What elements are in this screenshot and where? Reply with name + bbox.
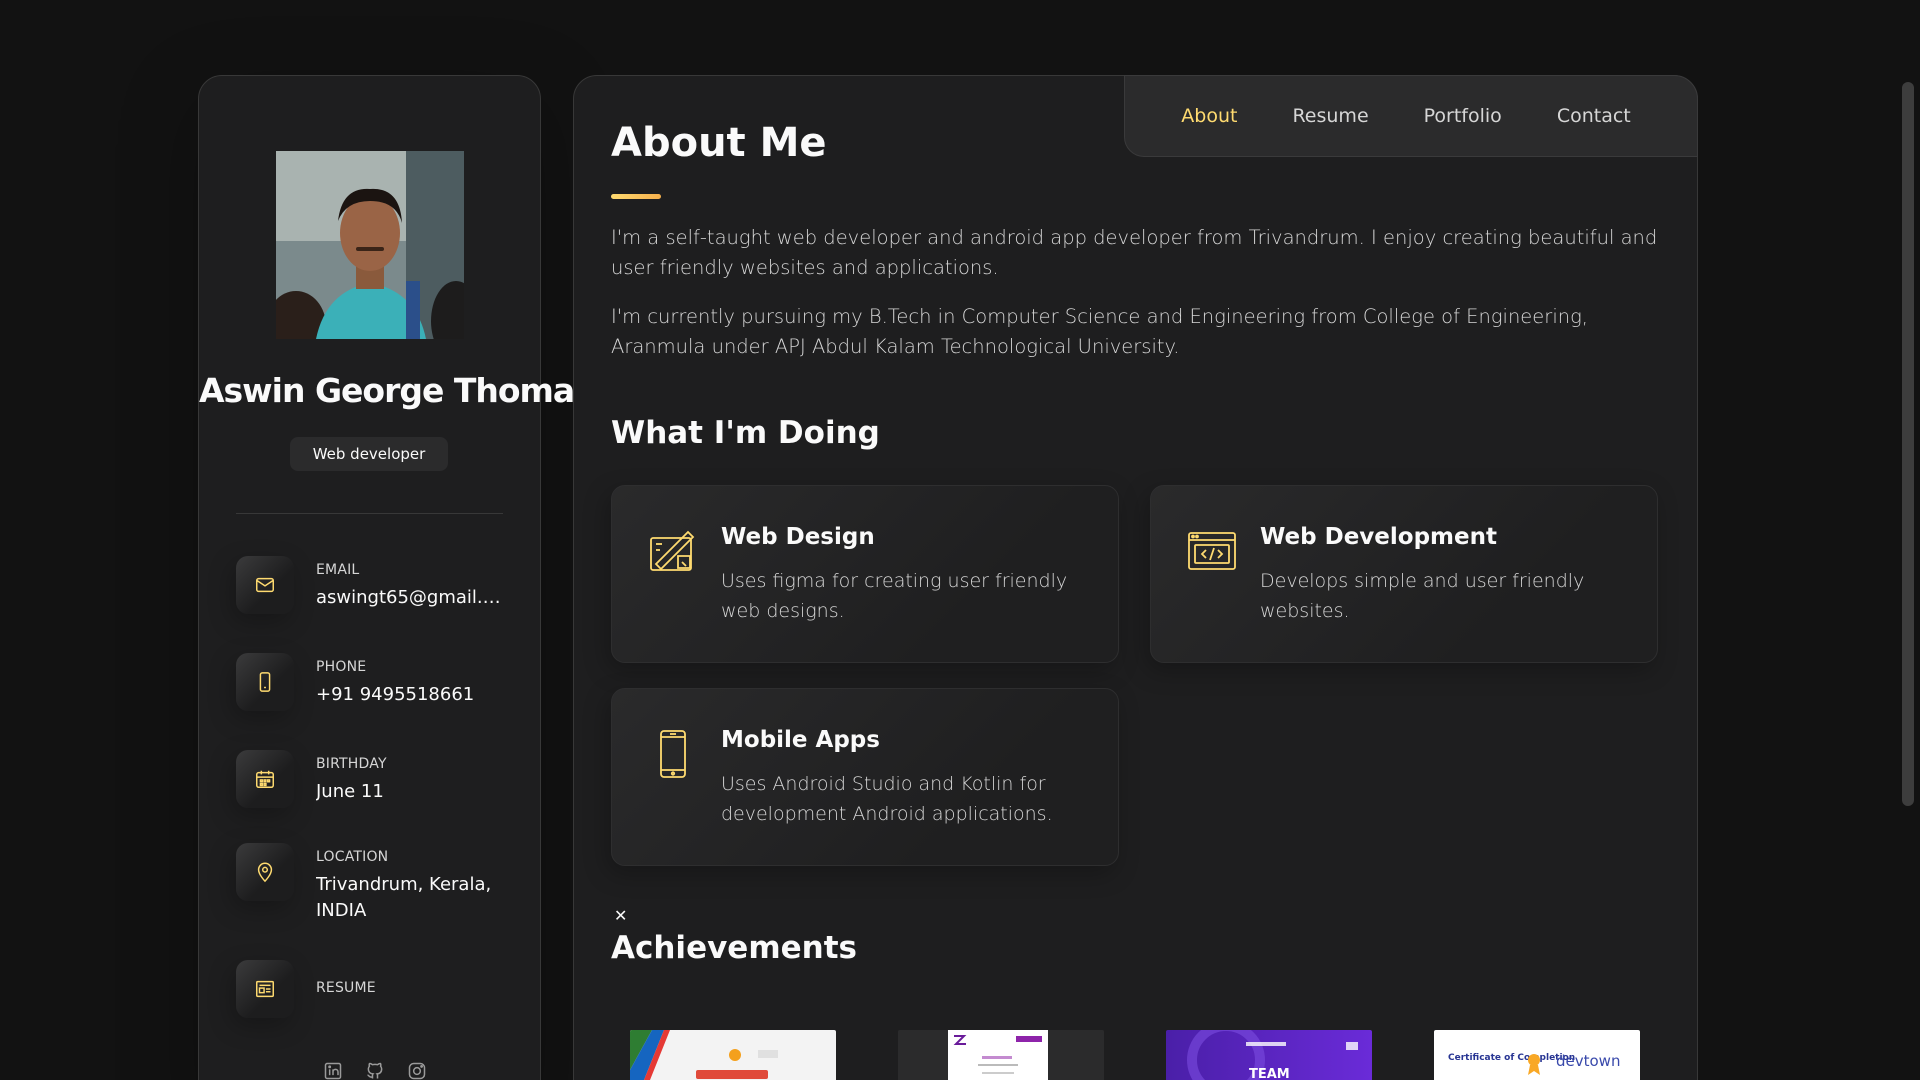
certificate-3-text: TEAM [1249,1067,1290,1080]
service-title-web-development: Web Development [1260,524,1497,550]
certificate-4-brand: devtown [1556,1052,1620,1070]
service-text-web-development: Develops simple and user friendly websit… [1260,570,1585,622]
navbar: About Resume Portfolio Contact [1124,75,1698,157]
mobile-icon [648,729,698,779]
title-underline [611,194,661,199]
certificate-thumbnail-3[interactable]: TEAM [1166,1030,1372,1080]
contact-location-label: LOCATION [316,849,389,865]
services-title: What I'm Doing [611,415,880,451]
service-card-mobile-apps: Mobile Apps Uses Android Studio and Kotl… [611,688,1119,866]
contact-birthday-label: BIRTHDAY [316,756,387,772]
location-icon [236,843,294,901]
contact-phone: PHONE +91 9495518661 [236,653,516,723]
contact-phone-label: PHONE [316,659,367,675]
close-icon[interactable]: ✕ [614,906,627,925]
service-text-mobile-apps: Uses Android Studio and Kotlin for devel… [721,773,1053,825]
profile-title-badge: Web developer [290,437,448,471]
avatar [276,151,464,339]
phone-icon [236,653,294,711]
linkedin-icon[interactable] [323,1061,343,1080]
mail-icon [236,556,294,614]
contact-email-label: EMAIL [316,562,360,578]
email-link[interactable]: aswingt65@gmail.com [316,585,506,611]
certificate-thumbnail-1[interactable] [630,1030,836,1080]
service-title-web-design: Web Design [721,524,875,550]
contact-email: EMAIL aswingt65@gmail.com [236,556,516,626]
nav-portfolio[interactable]: Portfolio [1424,105,1502,127]
contact-location: LOCATION Trivandrum, Kerala, INDIA [236,843,516,933]
sidebar: Aswin George Thomas Web developer EMAIL … [198,75,594,1080]
nav-resume[interactable]: Resume [1292,105,1368,127]
design-icon [648,526,698,576]
about-paragraph-2: I'm currently pursuing my B.Tech in Comp… [611,305,1588,358]
service-card-web-design: Web Design Uses figma for creating user … [611,485,1119,663]
github-icon[interactable] [365,1061,385,1080]
service-card-web-development: Web Development Develops simple and user… [1150,485,1658,663]
certificate-thumbnail-4[interactable]: Certificate of Completion devtown [1434,1030,1640,1080]
service-title-mobile-apps: Mobile Apps [721,727,880,753]
page-title: About Me [611,120,827,166]
contact-birthday: BIRTHDAY June 11 [236,750,516,820]
birthday-value: June 11 [316,781,384,802]
main-content: About Resume Portfolio Contact About Me … [573,75,1698,1080]
phone-link[interactable]: +91 9495518661 [316,682,506,708]
contact-resume[interactable]: RESUME [236,960,516,1030]
scrollbar-track[interactable] [1896,0,1920,1080]
contact-resume-label[interactable]: RESUME [316,980,376,996]
code-icon [1187,526,1237,576]
nav-about[interactable]: About [1181,105,1237,127]
about-paragraph-1: I'm a self-taught web developer and andr… [611,226,1658,279]
calendar-icon [236,750,294,808]
certificate-thumbnail-2[interactable] [898,1030,1104,1080]
portfolio-page: Aswin George Thomas Web developer EMAIL … [0,0,1920,1080]
achievements-title: Achievements [611,930,857,966]
nav-contact[interactable]: Contact [1557,105,1631,127]
instagram-icon[interactable] [407,1061,427,1080]
social-links [323,1061,427,1080]
scrollbar-thumb[interactable] [1902,82,1914,806]
service-text-web-design: Uses figma for creating user friendly we… [721,570,1068,622]
document-icon [236,960,294,1018]
sidebar-separator [236,513,503,514]
location-value: Trivandrum, Kerala, INDIA [316,874,492,921]
profile-name: Aswin George Thomas [199,371,594,410]
